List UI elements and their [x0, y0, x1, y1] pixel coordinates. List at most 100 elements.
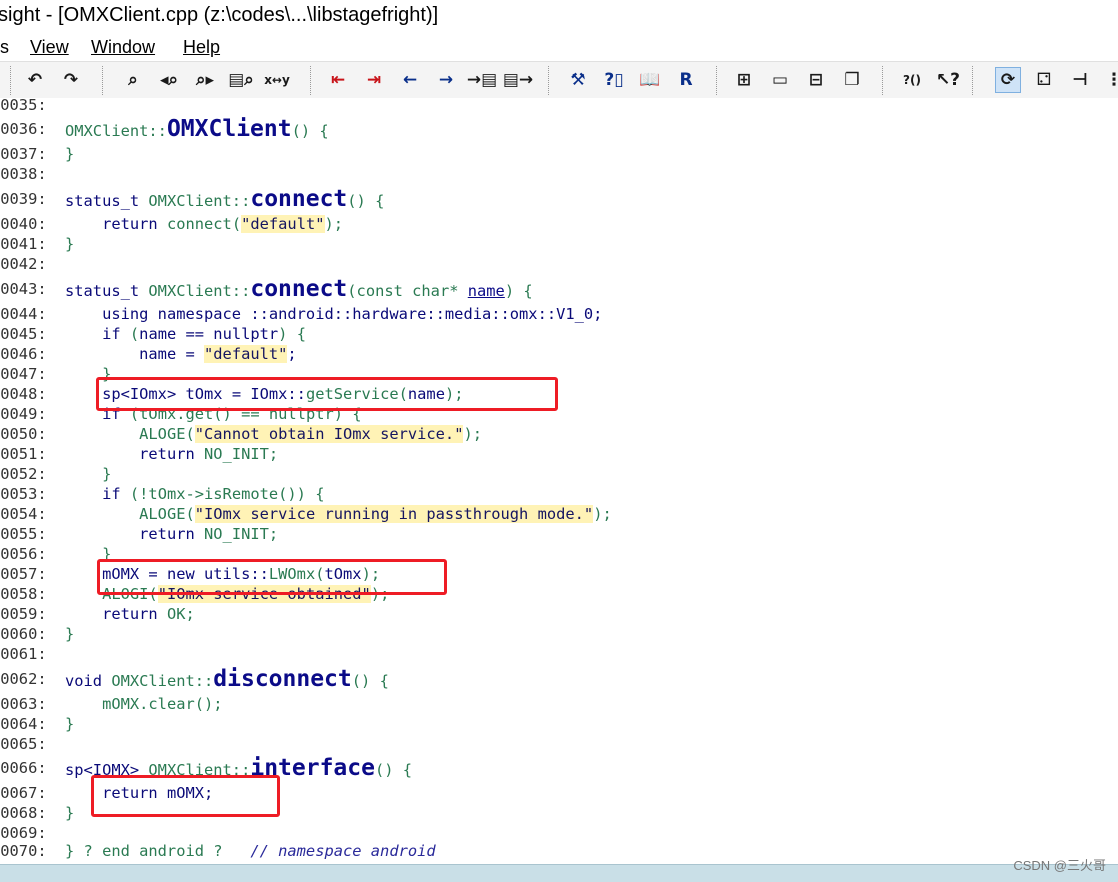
layout-split-icon[interactable]: ⊟: [803, 67, 829, 93]
line-number: 00059:: [0, 605, 47, 623]
build-icon[interactable]: ⚒: [565, 67, 591, 93]
help-context-icon[interactable]: ?(): [899, 67, 925, 93]
toolbar: ↶ ↷ ⌕ ◂⌕ ⌕▸ ▤⌕ x↔y ⇤ ⇥ ← → →▤ ▤→ ⚒ ?▯ 📖 R ⊞ ▭ ⊟ ❐ ?() ↖? ⟳ ⚁ ⊣ ⋮: [0, 61, 1118, 100]
code-text: ALOGE("Cannot obtain IOmx service.");: [65, 424, 482, 444]
tree-icon[interactable]: ⊣: [1067, 67, 1093, 93]
code-text: }: [65, 234, 74, 254]
code-token: ) {: [504, 282, 533, 300]
line-number: 00041:: [0, 235, 47, 253]
line-number: 00036:: [0, 120, 47, 138]
line-number: 00057:: [0, 565, 47, 583]
bookmark-next-icon[interactable]: ⇥: [361, 67, 387, 93]
line-number: 00060:: [0, 625, 47, 643]
sync-icon[interactable]: ⟳: [995, 67, 1021, 93]
code-token: } ? end android ?: [65, 842, 251, 860]
code-token: status_t: [65, 282, 149, 300]
line-number: 00045:: [0, 325, 47, 343]
code-token: connect: [250, 186, 348, 212]
code-token: OK;: [166, 605, 195, 623]
code-token: name =: [139, 345, 205, 363]
watermark: CSDN @三火哥: [1013, 858, 1106, 873]
line-number: 00061:: [0, 645, 47, 663]
find-prev-icon[interactable]: ◂⌕: [156, 67, 182, 93]
code-token: (const char*: [347, 282, 468, 300]
find-files-icon[interactable]: ▤⌕: [228, 67, 254, 93]
reference-icon[interactable]: R: [673, 67, 699, 93]
code-token: OMXClient: [166, 116, 292, 142]
line-number: 00040:: [0, 215, 47, 233]
info-icon[interactable]: ?▯: [601, 67, 627, 93]
code-token: OMXClient: [65, 122, 149, 140]
menu-item-tools[interactable]: s: [0, 37, 9, 58]
code-token: "IOmx service running in passthrough mod…: [194, 505, 594, 523]
code-token: connect(: [166, 215, 242, 233]
help-pointer-icon[interactable]: ↖?: [935, 67, 961, 93]
menu-item-view[interactable]: View: [30, 37, 69, 58]
line-number: 00054:: [0, 505, 47, 523]
layout-cascade-icon[interactable]: ❐: [839, 67, 865, 93]
toolbar-separator: [548, 66, 551, 95]
more-icon[interactable]: ⋮: [1101, 67, 1118, 93]
code-text: using namespace ::android::hardware::med…: [65, 304, 602, 324]
code-token: ALOGE(: [139, 505, 195, 523]
redo-icon[interactable]: ↷: [58, 67, 84, 93]
code-token: status_t: [65, 192, 149, 210]
code-editor[interactable]: 00035:00036:OMXClient::OMXClient() {0003…: [0, 96, 1118, 864]
menu-item-window[interactable]: Window: [91, 37, 155, 58]
code-token: if: [102, 325, 130, 343]
code-text: if (name == nullptr) {: [65, 324, 306, 344]
bookmark-prev-icon[interactable]: ⇤: [325, 67, 351, 93]
window-title: sight - [OMXClient.cpp (z:\codes\...\lib…: [0, 4, 439, 26]
line-number: 00037:: [0, 145, 47, 163]
code-token: name == nullptr: [139, 325, 279, 343]
code-text: ALOGE("IOmx service running in passthrou…: [65, 504, 612, 524]
find-icon[interactable]: ⌕: [120, 67, 146, 93]
toolbar-separator: [10, 66, 13, 95]
line-number: 00065:: [0, 735, 47, 753]
book-icon[interactable]: 📖: [637, 67, 663, 93]
replace-icon[interactable]: x↔y: [264, 67, 290, 93]
jump-in-icon[interactable]: →▤: [467, 67, 497, 93]
toolbar-separator: [102, 66, 105, 95]
code-token: () {: [351, 672, 389, 690]
line-number: 00044:: [0, 305, 47, 323]
code-token: ::: [148, 122, 167, 140]
menu-item-window-label: Window: [91, 37, 156, 57]
code-text: name = "default";: [65, 344, 297, 364]
back-icon[interactable]: ←: [397, 67, 423, 93]
line-number: 00070:: [0, 842, 47, 860]
line-number: 00055:: [0, 525, 47, 543]
title-bar: sight - [OMXClient.cpp (z:\codes\...\lib…: [0, 0, 1118, 33]
jump-out-icon[interactable]: ▤→: [503, 67, 533, 93]
code-token: return: [102, 605, 167, 623]
code-token: return: [139, 525, 205, 543]
find-next-icon[interactable]: ⌕▸: [192, 67, 218, 93]
layout-grid-icon[interactable]: ⊞: [731, 67, 757, 93]
code-text: }: [65, 464, 111, 484]
code-token: // namespace android: [250, 842, 436, 860]
toolbar-separator: [882, 66, 885, 95]
menu-item-help[interactable]: Help: [183, 37, 220, 58]
line-number: 00068:: [0, 804, 47, 822]
toolbar-separator: [310, 66, 313, 95]
code-token: () {: [374, 761, 413, 779]
code-token: "default": [241, 215, 325, 233]
code-token: using namespace ::android::hardware::med…: [102, 305, 603, 323]
layout-window-icon[interactable]: ▭: [767, 67, 793, 93]
menu-item-view-label: View: [30, 37, 69, 57]
code-token: () {: [347, 192, 385, 210]
undo-icon[interactable]: ↶: [22, 67, 48, 93]
code-token: void: [65, 672, 112, 690]
code-text: void OMXClient::disconnect() {: [65, 668, 389, 691]
graph-icon[interactable]: ⚁: [1031, 67, 1057, 93]
line-number: 00048:: [0, 385, 47, 403]
forward-icon[interactable]: →: [433, 67, 459, 93]
code-token: () {: [291, 122, 329, 140]
